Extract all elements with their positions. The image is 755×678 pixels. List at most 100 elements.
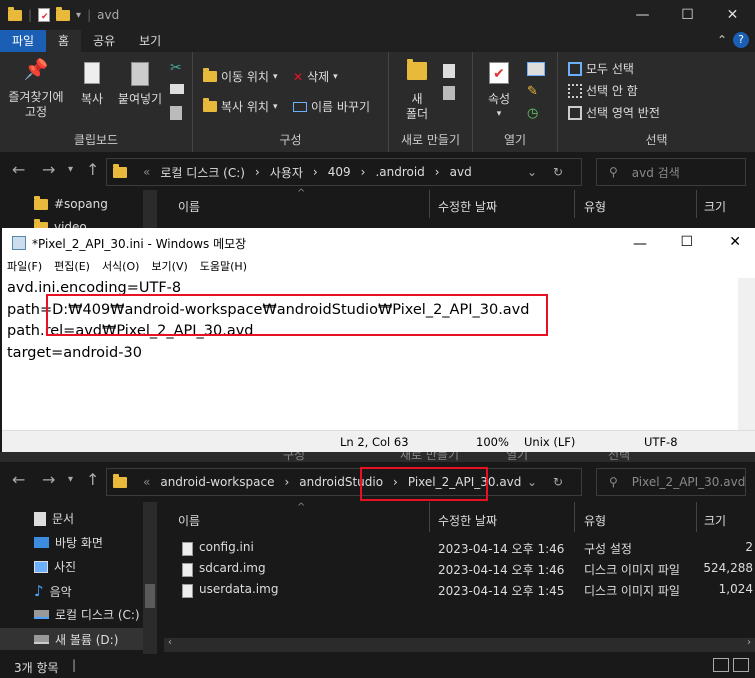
close-button[interactable]: ✕ <box>729 234 741 250</box>
history-icon[interactable]: ◷ <box>527 106 538 121</box>
menu-format[interactable]: 서식(O) <box>102 258 139 278</box>
file-row-config[interactable]: config.ini 2023-04-14 오후 1:46 구성 설정 2 <box>178 540 755 560</box>
search-icon: ⚲ <box>609 165 618 179</box>
chevron-down-icon[interactable]: ⌄ <box>527 165 537 179</box>
new-label: 새로 만들기 <box>400 133 460 147</box>
column-type[interactable]: 유형 <box>584 512 606 529</box>
scroll-right-icon[interactable]: › <box>747 637 751 648</box>
minimize-button[interactable]: — <box>633 236 647 252</box>
organize-group: 이동 위치 ▾ ✕ 삭제 ▾ 복사 위치 ▾ 이름 바꾸기 구성 <box>193 52 389 152</box>
notepad-statusbar: Ln 2, Col 63 100% Unix (LF) UTF-8 <box>2 430 755 452</box>
new-item-icon[interactable] <box>443 64 455 78</box>
refresh-icon[interactable]: ↻ <box>553 475 563 489</box>
bottom-file-area: 문서 바탕 화면 사진 ♪ 음악 로컬 디스크 (C:) 새 볼륨 (D:) ^… <box>0 502 755 654</box>
sidebar-item-documents[interactable]: 문서 <box>34 510 74 527</box>
move-to-button[interactable]: 이동 위치 ▾ <box>203 68 278 85</box>
rename-button[interactable]: 이름 바꾸기 <box>293 98 370 115</box>
bottom-address-field[interactable]: « android-workspace › androidStudio › Pi… <box>106 468 582 496</box>
bottom-search-box[interactable]: ⚲ Pixel_2_API_30.avd <box>596 468 746 496</box>
sidebar-scrollbar[interactable] <box>143 502 157 654</box>
properties-button[interactable]: ✔ 속성 ▾ <box>479 62 519 122</box>
column-name[interactable]: 이름 <box>178 512 200 529</box>
top-sidebar: #sopang video <box>0 190 157 234</box>
new-folder-quick-icon[interactable] <box>56 6 71 21</box>
forward-arrow-icon[interactable]: → <box>42 160 55 179</box>
tab-file[interactable]: 파일 <box>0 30 46 52</box>
minimize-button[interactable]: — <box>620 0 665 30</box>
recent-dropdown-icon[interactable]: ▾ <box>68 474 73 485</box>
chevron-down-icon[interactable]: ▾ <box>76 10 81 21</box>
details-view-icon[interactable] <box>713 658 729 672</box>
select-none-button[interactable]: 선택 안 함 <box>568 82 638 99</box>
copy-button[interactable]: 복사 <box>72 62 112 107</box>
breadcrumb-users[interactable]: 사용자 <box>270 164 303 181</box>
menu-edit[interactable]: 편집(E) <box>54 258 90 278</box>
copy-path-icon[interactable] <box>170 84 184 94</box>
breadcrumb-c-drive[interactable]: 로컬 디스크 (C:) <box>160 164 245 181</box>
menu-help[interactable]: 도움말(H) <box>200 258 247 278</box>
column-name[interactable]: 이름 <box>178 198 200 215</box>
column-type[interactable]: 유형 <box>584 198 606 215</box>
paste-button[interactable]: 붙여넣기 <box>114 62 166 107</box>
close-button[interactable]: ✕ <box>710 0 755 30</box>
breadcrumb-android[interactable]: .android <box>375 165 424 179</box>
chevron-down-icon[interactable]: ⌄ <box>527 475 537 489</box>
tab-share[interactable]: 공유 <box>81 30 127 52</box>
easy-access-icon[interactable] <box>443 86 455 100</box>
breadcrumb-android-workspace[interactable]: android-workspace <box>160 475 274 489</box>
back-arrow-icon[interactable]: ← <box>12 470 25 489</box>
help-icon[interactable]: ? <box>733 32 749 48</box>
paste-label: 붙여넣기 <box>117 92 163 106</box>
copy-to-button[interactable]: 복사 위치 ▾ <box>203 98 278 115</box>
back-arrow-icon[interactable]: ← <box>12 160 25 179</box>
sidebar-item-desktop[interactable]: 바탕 화면 <box>34 534 103 551</box>
collapse-ribbon-icon[interactable]: ⌃ <box>717 33 727 47</box>
new-folder-button[interactable]: 새 폴더 <box>397 59 437 122</box>
horizontal-scrollbar[interactable]: ‹ › <box>164 637 755 652</box>
open-icon[interactable] <box>527 62 545 76</box>
tab-home[interactable]: 홈 <box>46 30 82 52</box>
sidebar-item-pictures[interactable]: 사진 <box>34 558 76 575</box>
up-arrow-icon[interactable]: ↑ <box>86 470 99 489</box>
column-modified[interactable]: 수정한 날짜 <box>438 198 497 215</box>
sidebar-item-music[interactable]: ♪ 음악 <box>34 582 72 600</box>
tab-view[interactable]: 보기 <box>127 30 173 52</box>
notepad-scrollbar[interactable] <box>738 278 755 430</box>
breadcrumb-avd[interactable]: avd <box>450 165 472 179</box>
sidebar-item-d-drive[interactable]: 새 볼륨 (D:) <box>0 628 143 650</box>
sidebar-item-sopang[interactable]: #sopang <box>34 195 108 211</box>
top-search-box[interactable]: ⚲ avd 검색 <box>596 158 746 186</box>
invert-selection-button[interactable]: 선택 영역 반전 <box>568 104 660 121</box>
forward-arrow-icon[interactable]: → <box>42 470 55 489</box>
sidebar-scroll-thumb[interactable] <box>145 584 155 608</box>
maximize-button[interactable]: ☐ <box>680 234 693 250</box>
select-all-button[interactable]: 모두 선택 <box>568 60 634 77</box>
drive-icon <box>34 634 49 644</box>
menu-view[interactable]: 보기(V) <box>151 258 187 278</box>
column-modified[interactable]: 수정한 날짜 <box>438 512 497 529</box>
top-address-field[interactable]: « 로컬 디스크 (C:) › 사용자 › 409 › .android › a… <box>106 158 582 186</box>
large-icons-view-icon[interactable] <box>733 658 749 672</box>
cut-icon[interactable]: ✂ <box>170 60 182 76</box>
refresh-icon[interactable]: ↻ <box>553 165 563 179</box>
paste-shortcut-icon[interactable] <box>170 106 182 120</box>
pin-button[interactable]: 📌 즐겨찾기에 고정 <box>6 59 66 120</box>
menu-file[interactable]: 파일(F) <box>7 258 42 278</box>
column-size[interactable]: 크기 <box>704 198 726 215</box>
folder-highlight-box <box>360 467 488 501</box>
scroll-left-icon[interactable]: ‹ <box>168 637 172 648</box>
file-row-userdata[interactable]: userdata.img 2023-04-14 오후 1:45 디스크 이미지 … <box>178 582 755 602</box>
column-size[interactable]: 크기 <box>704 512 726 529</box>
breadcrumb-409[interactable]: 409 <box>328 165 351 179</box>
top-file-area: #sopang video ^ 이름 수정한 날짜 유형 크기 <box>0 188 755 234</box>
edit-icon[interactable]: ✎ <box>527 84 538 99</box>
pictures-icon <box>34 560 48 573</box>
up-arrow-icon[interactable]: ↑ <box>86 160 99 179</box>
sidebar-item-c-drive[interactable]: 로컬 디스크 (C:) <box>34 606 140 623</box>
file-row-sdcard[interactable]: sdcard.img 2023-04-14 오후 1:46 디스크 이미지 파일… <box>178 561 755 581</box>
sidebar-scrollbar[interactable] <box>143 190 157 228</box>
properties-quick-icon[interactable]: ✔ <box>38 8 51 22</box>
maximize-button[interactable]: ☐ <box>665 0 710 30</box>
recent-dropdown-icon[interactable]: ▾ <box>68 164 73 175</box>
delete-button[interactable]: ✕ 삭제 ▾ <box>293 68 338 85</box>
